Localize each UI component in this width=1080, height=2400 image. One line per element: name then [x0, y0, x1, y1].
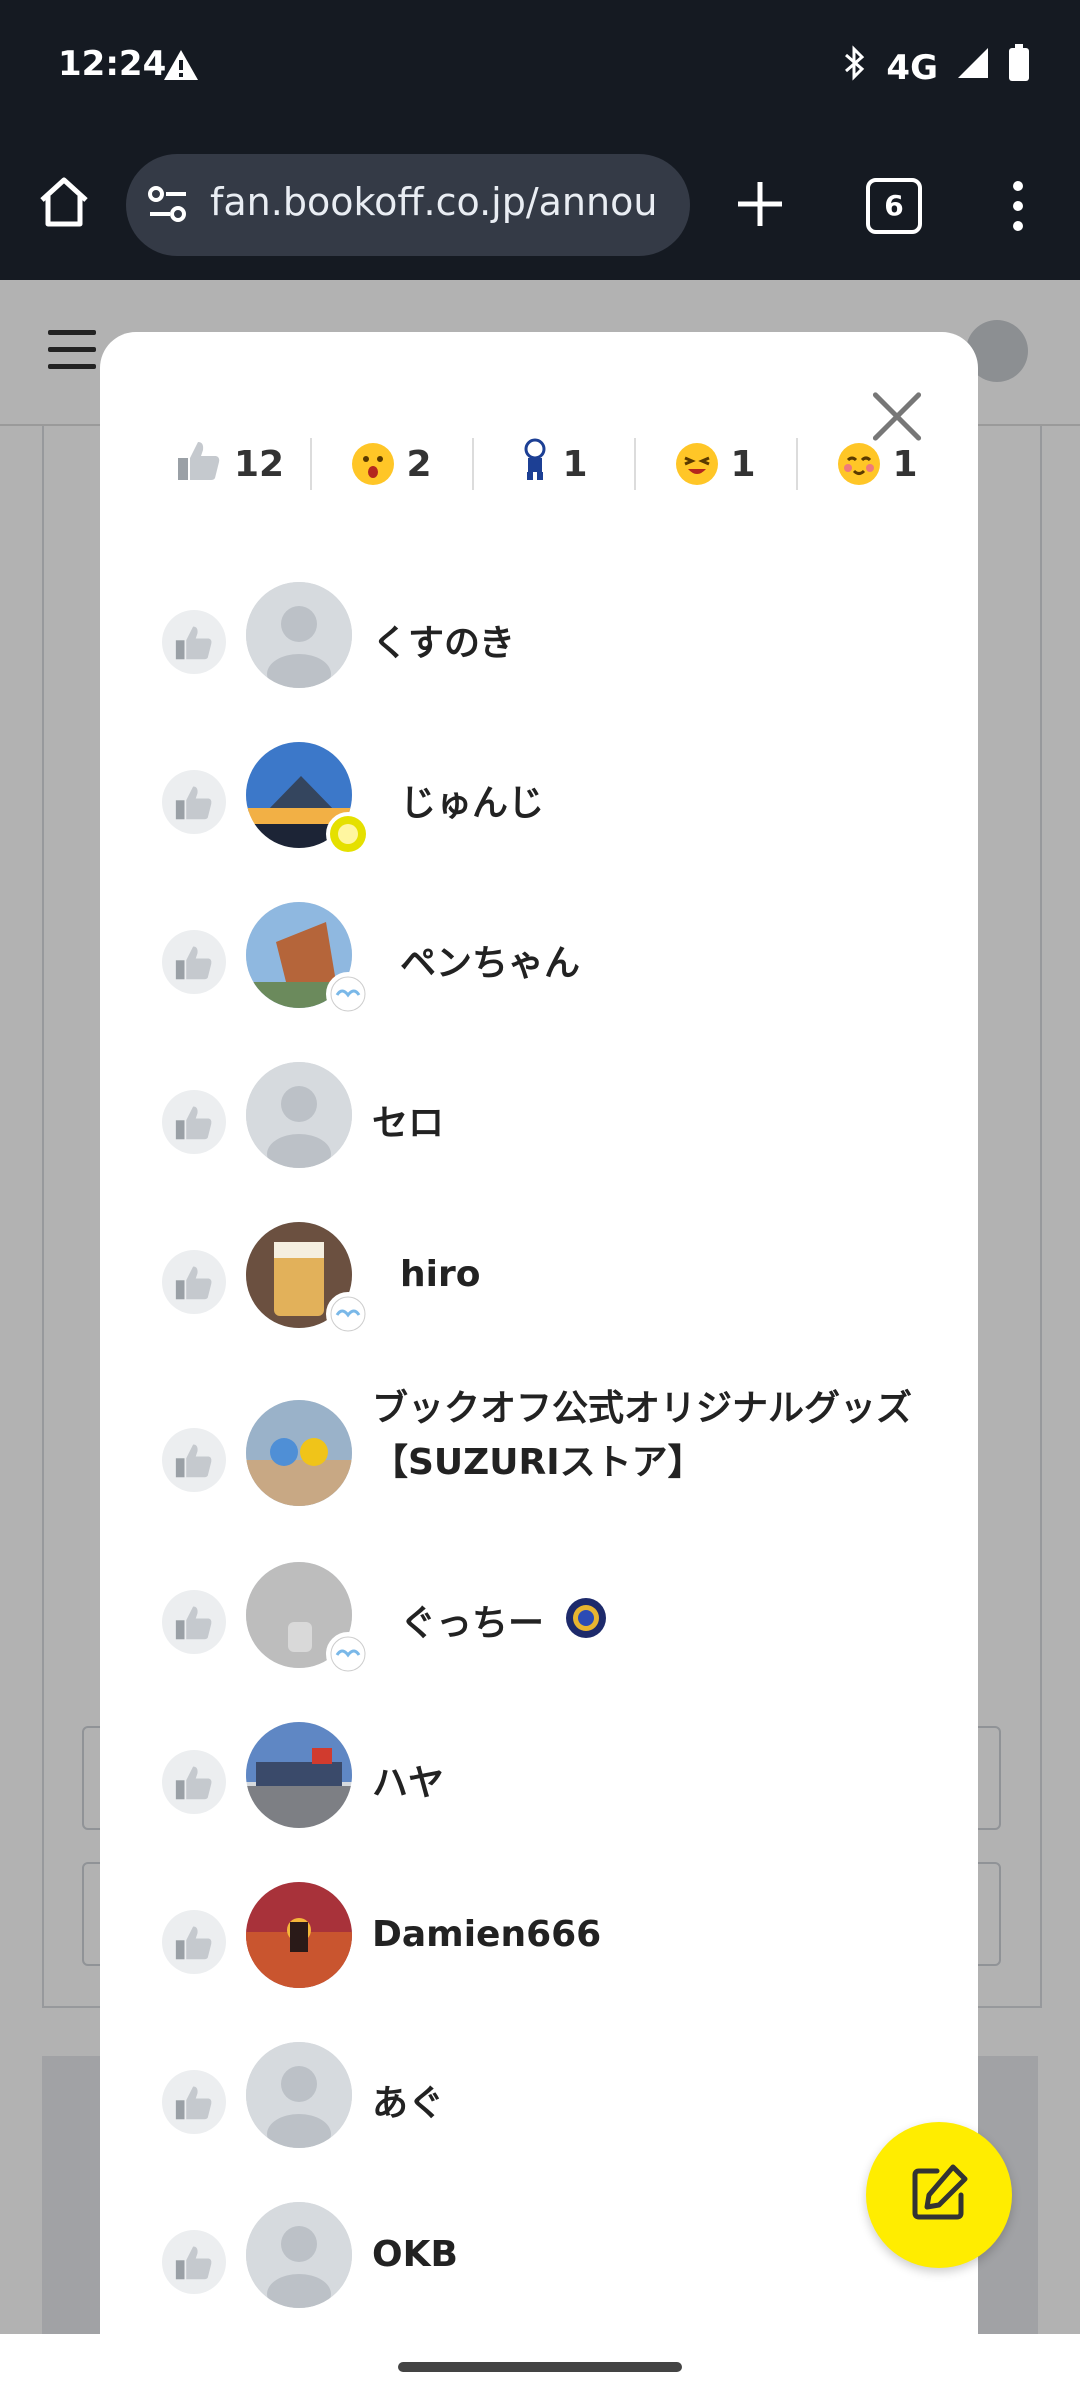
avatar[interactable]: [246, 1722, 352, 1828]
warning-icon: [162, 48, 200, 86]
list-item[interactable]: くすのき: [100, 572, 978, 732]
list-item[interactable]: じゅんじ: [100, 732, 978, 892]
avatar[interactable]: [246, 1062, 352, 1168]
list-item[interactable]: Damien666: [100, 1872, 978, 2032]
avatar[interactable]: [246, 1882, 352, 1988]
status-time: 12:24: [58, 44, 167, 84]
list-item[interactable]: ペンちゃん: [100, 892, 978, 1052]
tab-reaction-laughing[interactable]: 1: [636, 438, 798, 490]
reaction-tabs: 12 2 1 1 1: [150, 434, 918, 494]
reaction-count: 1: [730, 443, 756, 485]
user-rank-icon: [564, 1596, 608, 1644]
user-name[interactable]: ぐっちー: [400, 1594, 544, 1646]
member-badge-icon: [326, 1632, 370, 1676]
list-item[interactable]: ブックオフ公式オリジナルグッズ【SUZURIストア】: [100, 1372, 978, 1552]
list-item[interactable]: あぐ: [100, 2032, 978, 2192]
thumbs-up-icon: [162, 2070, 226, 2134]
user-name[interactable]: じゅんじ: [400, 774, 544, 826]
user-name[interactable]: セロ: [372, 1094, 444, 1146]
thumbs-up-icon: [162, 930, 226, 994]
surprised-emoji-icon: [352, 443, 395, 485]
tab-reaction-like[interactable]: 12: [150, 438, 312, 490]
reactions-modal: 12 2 1 1 1 くすのき じゅんじ ペンちゃん セロ hiro ブックオフ…: [100, 332, 978, 2334]
character-icon: [520, 438, 550, 491]
tab-reaction-blushing[interactable]: 1: [798, 438, 918, 490]
thumbs-up-icon: [176, 438, 222, 491]
thumbs-up-icon: [162, 1090, 226, 1154]
avatar[interactable]: [246, 582, 352, 688]
avatar[interactable]: [246, 2202, 352, 2308]
user-name[interactable]: ハヤ: [372, 1754, 444, 1806]
network-label: 4G: [886, 47, 938, 88]
user-name[interactable]: Damien666: [372, 1914, 601, 1955]
home-icon[interactable]: [34, 172, 94, 232]
thumbs-up-icon: [162, 1428, 226, 1492]
url-text: fan.bookoff.co.jp/annou: [210, 180, 658, 224]
thumbs-up-icon: [162, 1250, 226, 1314]
status-icons: 4G: [842, 44, 1030, 91]
list-item[interactable]: OKB: [100, 2192, 978, 2334]
gesture-nav-bar[interactable]: [398, 2362, 682, 2372]
member-badge-icon: [326, 812, 370, 856]
reaction-count: 12: [233, 443, 285, 485]
avatar[interactable]: [246, 2042, 352, 2148]
new-tab-icon[interactable]: [732, 176, 788, 232]
laughing-emoji-icon: [676, 443, 719, 485]
user-name[interactable]: hiro: [400, 1254, 480, 1295]
bluetooth-icon: [842, 45, 868, 90]
compose-button[interactable]: [866, 2122, 1012, 2268]
reaction-count: 1: [892, 443, 918, 485]
blushing-emoji-icon: [838, 443, 881, 485]
user-name[interactable]: くすのき: [372, 614, 515, 666]
list-item[interactable]: hiro: [100, 1212, 978, 1372]
thumbs-up-icon: [162, 1750, 226, 1814]
signal-icon: [956, 46, 990, 89]
user-name[interactable]: ペンちゃん: [400, 934, 580, 986]
status-bar: 12:24 4G: [0, 0, 1080, 132]
thumbs-up-icon: [162, 610, 226, 674]
thumbs-up-icon: [162, 2230, 226, 2294]
site-settings-icon[interactable]: [146, 184, 190, 228]
thumbs-up-icon: [162, 1590, 226, 1654]
address-bar[interactable]: fan.bookoff.co.jp/annou: [126, 154, 690, 256]
user-name[interactable]: OKB: [372, 2234, 458, 2275]
browser-toolbar: fan.bookoff.co.jp/annou 6: [0, 132, 1080, 280]
list-item[interactable]: セロ: [100, 1052, 978, 1212]
user-name[interactable]: ブックオフ公式オリジナルグッズ【SUZURIストア】: [372, 1382, 912, 1490]
more-menu-icon[interactable]: [1008, 176, 1028, 236]
tab-reaction-surprised[interactable]: 2: [312, 438, 474, 490]
thumbs-up-icon: [162, 770, 226, 834]
list-item[interactable]: ぐっちー: [100, 1552, 978, 1712]
reaction-count: 1: [562, 443, 588, 485]
battery-icon: [1008, 44, 1030, 91]
tab-reaction-character[interactable]: 1: [474, 438, 636, 490]
avatar[interactable]: [246, 1400, 352, 1506]
tab-switcher-button[interactable]: 6: [866, 178, 922, 234]
thumbs-up-icon: [162, 1910, 226, 1974]
member-badge-icon: [326, 972, 370, 1016]
user-name[interactable]: あぐ: [372, 2074, 444, 2126]
member-badge-icon: [326, 1292, 370, 1336]
reaction-count: 2: [406, 443, 432, 485]
edit-icon: [907, 2161, 971, 2229]
list-item[interactable]: ハヤ: [100, 1712, 978, 1872]
